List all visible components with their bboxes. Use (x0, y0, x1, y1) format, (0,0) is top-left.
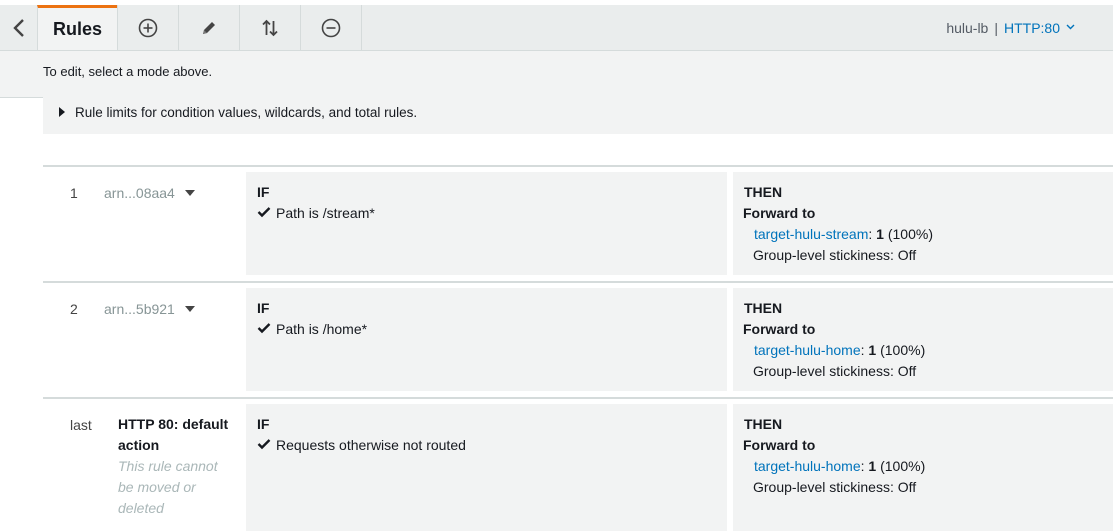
add-rules-button[interactable] (117, 5, 178, 50)
checkmark-icon (257, 321, 276, 337)
delete-rules-button[interactable] (300, 5, 362, 50)
target-percent: (100%) (880, 458, 926, 474)
caret-down-icon (184, 306, 195, 312)
caret-down-icon (184, 190, 195, 196)
rule-priority: 1 (70, 185, 78, 201)
condition: Path is /home* (257, 321, 367, 337)
rule-priority: 2 (70, 301, 78, 317)
rule-divider (43, 397, 1113, 399)
condition: Requests otherwise not routed (257, 437, 466, 453)
condition-text: Requests otherwise not routed (276, 437, 466, 453)
load-balancer-listener-info: hulu-lb | HTTP:80 (946, 5, 1075, 50)
if-label: IF (257, 416, 270, 432)
edit-rules-button[interactable] (178, 5, 239, 50)
target-weight: 1 (868, 458, 877, 474)
rule-conditions-panel: IF Requests otherwise not routed (246, 404, 727, 531)
target-group-link[interactable]: target-hulu-home (754, 458, 861, 474)
weight-separator: : (860, 458, 865, 474)
chevron-down-icon (1066, 22, 1075, 33)
condition-text: Path is /stream* (276, 205, 375, 221)
rule-limits-expander[interactable]: Rule limits for condition values, wildca… (43, 90, 1113, 134)
rule-conditions-panel: IF Path is /home* (246, 288, 727, 391)
caret-right-icon (59, 107, 65, 117)
listener-label: HTTP:80 (1003, 19, 1060, 36)
listener-dropdown[interactable]: HTTP:80 (1004, 20, 1075, 36)
action-type: Forward to (743, 205, 816, 221)
target-weight: 1 (876, 226, 884, 242)
rule-priority: last (70, 417, 92, 433)
then-label: THEN (744, 416, 783, 432)
rule-arn: arn...08aa4 (104, 185, 175, 201)
rules-toolbar: Rules hulu-lb | HTTP:80 (0, 5, 1113, 51)
edit-mode-hint: To edit, select a mode above. (43, 64, 213, 79)
condition: Path is /stream* (257, 205, 375, 221)
stickiness-status: Group-level stickiness: Off (753, 363, 917, 379)
weight-separator: : (868, 226, 873, 242)
default-rule-note: This rule cannot be moved or deleted (118, 458, 218, 516)
target-weight: 1 (868, 342, 877, 358)
rule-arn: arn...5b921 (104, 301, 175, 317)
checkmark-icon (257, 437, 276, 453)
stickiness-status: Group-level stickiness: Off (753, 247, 917, 263)
action-type: Forward to (743, 321, 816, 337)
checkmark-icon (257, 205, 276, 221)
stickiness-status: Group-level stickiness: Off (753, 479, 917, 495)
rule-actions-panel: THEN Forward to target-hulu-home: 1 (100… (733, 288, 1113, 391)
rule-actions-panel: THEN Forward to target-hulu-stream: 1 (1… (733, 172, 1113, 275)
target-percent: (100%) (887, 226, 933, 242)
target-percent: (100%) (880, 342, 926, 358)
separator: | (994, 19, 998, 36)
back-chevron-icon[interactable] (0, 5, 37, 50)
rule-arn-dropdown[interactable]: arn...5b921 (104, 301, 195, 317)
rule-conditions-panel: IF Path is /stream* (246, 172, 727, 275)
rule-divider (43, 165, 1113, 167)
minus-circle-icon (321, 18, 341, 38)
tab-rules[interactable]: Rules (37, 5, 117, 50)
reorder-arrows-icon (261, 18, 279, 38)
if-label: IF (257, 300, 270, 316)
pencil-icon (200, 19, 218, 37)
target-group-line: target-hulu-home: 1 (100%) (754, 458, 925, 474)
load-balancer-name: hulu-lb (946, 19, 989, 36)
rule-actions-panel: THEN Forward to target-hulu-home: 1 (100… (733, 404, 1113, 531)
target-group-link[interactable]: target-hulu-stream (754, 226, 868, 242)
plus-circle-icon (138, 18, 158, 38)
then-label: THEN (744, 184, 783, 200)
rule-arn-dropdown[interactable]: arn...08aa4 (104, 185, 195, 201)
rule-divider (43, 281, 1113, 283)
weight-separator: : (860, 342, 865, 358)
target-group-line: target-hulu-home: 1 (100%) (754, 342, 925, 358)
rule-limits-label: Rule limits for condition values, wildca… (75, 104, 418, 120)
then-label: THEN (744, 300, 783, 316)
action-type: Forward to (743, 437, 816, 453)
default-rule-name: HTTP 80: default action (118, 416, 229, 453)
reorder-rules-button[interactable] (239, 5, 300, 50)
target-group-line: target-hulu-stream: 1 (100%) (754, 226, 933, 242)
if-label: IF (257, 184, 270, 200)
condition-text: Path is /home* (276, 321, 368, 337)
target-group-link[interactable]: target-hulu-home (754, 342, 861, 358)
